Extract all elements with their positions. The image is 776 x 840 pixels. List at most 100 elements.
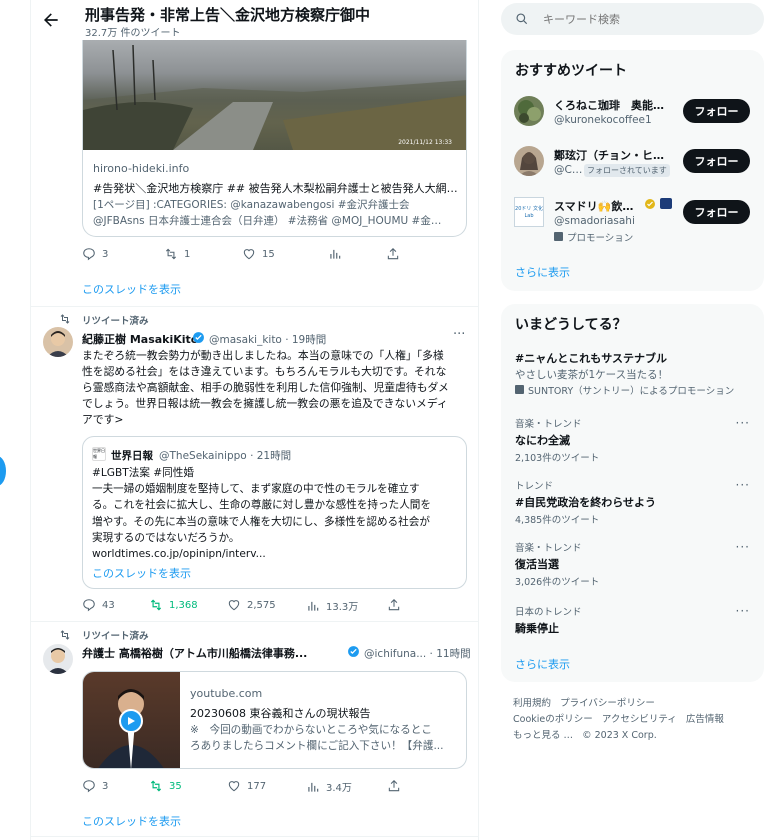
tweet-count: 32.7万 件のツイート (85, 28, 181, 39)
like-count: 15 (262, 248, 275, 260)
retweet-icon (150, 599, 162, 611)
divider (31, 836, 478, 837)
share-button[interactable] (387, 779, 401, 793)
retweet-button[interactable]: 1,368 (149, 598, 198, 612)
trend-context: 音楽・トレンド (515, 419, 582, 430)
trend-name: 復活当選 (515, 558, 559, 571)
user-row[interactable]: くろねこ珈琲 奥能… @kuronekocoffee1 フォロー (501, 92, 764, 136)
quote-link[interactable]: worldtimes.co.jp/opinipn/interv... (92, 546, 462, 562)
retweet-button[interactable]: 1 (164, 247, 190, 261)
avatar[interactable] (43, 644, 73, 674)
show-thread-link[interactable]: このスレッドを表示 (82, 281, 181, 297)
retweet-count: 1 (184, 248, 191, 260)
follow-button[interactable]: フォロー (683, 200, 750, 224)
author-name[interactable]: 紀藤正樹 MasakiKito (82, 331, 198, 347)
more-options-icon[interactable]: ··· (736, 478, 750, 492)
cookie-link[interactable]: Cookieのポリシー (513, 714, 593, 725)
views-icon (308, 601, 319, 611)
show-more-link[interactable]: さらに表示 (515, 264, 570, 280)
reply-count: 3 (102, 780, 109, 792)
author-name[interactable]: 弁護士 高橋裕樹（アトム市川船橋法律事務... (82, 645, 307, 661)
search-box[interactable] (501, 3, 764, 35)
views-button[interactable]: 13.3万 (306, 598, 358, 613)
retweet-icon (165, 248, 177, 260)
follow-button[interactable]: フォロー (683, 149, 750, 173)
quoted-tweet[interactable]: 世界日報 世界日報 @TheSekainippo · 21時間 #LGBT法案 … (82, 436, 467, 589)
more-options-icon[interactable]: ··· (736, 416, 750, 430)
promoted-trend-desc: やさしい麦茶が1ケース当たる！ (515, 369, 669, 381)
more-options-icon[interactable]: ··· (736, 540, 750, 554)
verified-gold-icon (644, 198, 656, 210)
tweet[interactable]: 2021/11/12 13:33 hirono-hideki.info #告発状… (31, 40, 478, 306)
tweet-text-line: でしょう。世界日報は統一教会を擁護し統一教会の悪を追及できないメディ (82, 397, 448, 410)
views-button[interactable] (328, 247, 342, 261)
tweet-text-line: ら霊感商法や高額献金、相手の脆弱性を利用した信仰強制、児童虐待もダメ (82, 381, 449, 394)
views-icon (330, 249, 341, 259)
header: 刑事告発・非常上告＼金沢地方検察庁御中 32.7万 件のツイート (31, 0, 478, 40)
retweet-button[interactable]: 35 (149, 779, 182, 793)
like-button[interactable]: 177 (227, 779, 266, 793)
card-domain: hirono-hideki.info (93, 162, 190, 175)
trend-name: なにわ全滅 (515, 434, 570, 447)
card-domain: youtube.com (190, 687, 263, 700)
tweet[interactable]: リツイート済み 弁護士 高橋裕樹（アトム市川船橋法律事務... @ichifun… (31, 622, 478, 840)
avatar (514, 146, 544, 176)
card-description: [1ページ目] :CATEGORIES: @kanazawabengosi #金… (93, 199, 410, 211)
card-description: ろありましたらコメント欄にご記入下さい！【弁護... (190, 740, 444, 752)
reply-button[interactable]: 3 (82, 779, 108, 793)
quote-text-line: 一夫一婦の婚姻制度を堅持して、まず家庭の中で性のモラルを確立す (92, 483, 420, 496)
follow-button[interactable]: フォロー (683, 99, 750, 123)
user-row[interactable]: 鄭玹汀（チョン・ヒ… @C… フォローされています フォロー (501, 142, 764, 186)
video-card[interactable]: youtube.com 20230608 東谷義和さんの現状報告 ※ 今回の動画… (82, 671, 467, 769)
show-more-link[interactable]: さらに表示 (515, 656, 570, 672)
reply-count: 3 (102, 248, 109, 260)
copyright: © 2023 X Corp. (582, 730, 657, 741)
trend-item[interactable]: トレンド #自民党政治を終わらせよう 4,385件のツイート ··· (501, 476, 764, 526)
promoted-trend-title: #ニャんとこれもサステナブル (515, 352, 667, 365)
follows-you-badge: フォローされています (584, 164, 670, 177)
trend-item[interactable]: 音楽・トレンド なにわ全滅 2,103件のツイート ··· (501, 414, 764, 464)
heart-icon (228, 600, 240, 611)
ads-info-link[interactable]: 広告情報 (686, 714, 724, 725)
image-timestamp: 2021/11/12 13:33 (398, 139, 452, 146)
share-button[interactable] (387, 598, 401, 612)
reply-button[interactable]: 43 (82, 598, 115, 612)
trend-context: 音楽・トレンド (515, 543, 582, 554)
views-button[interactable]: 3.4万 (306, 779, 352, 794)
share-button[interactable] (386, 247, 400, 261)
back-arrow-icon[interactable] (41, 10, 61, 30)
more-options-icon[interactable]: ··· (736, 604, 750, 618)
trend-count: 4,385件のツイート (515, 515, 600, 526)
play-icon[interactable] (119, 709, 143, 733)
quote-show-thread-link[interactable]: このスレッドを表示 (92, 565, 191, 581)
promoted-trend[interactable]: #ニャんとこれもサステナブル やさしい麦茶が1ケース当たる！ SUNTORY（サ… (501, 348, 764, 398)
trend-count: 2,103件のツイート (515, 453, 600, 464)
terms-link[interactable]: 利用規約 (513, 698, 551, 709)
avatar[interactable] (43, 327, 73, 357)
search-input[interactable] (543, 10, 743, 28)
user-row[interactable]: 20ドリ 文化 Lab スマドリ🙌飲… @smadoriasahi プロモーショ… (501, 193, 764, 244)
trend-item[interactable]: 日本のトレンド 騎乗停止 ··· (501, 602, 764, 638)
quote-text-line: 増やす。その先に本当の意味で人権を大切にし、多様性を認める社会が (92, 515, 430, 528)
promoted-label: プロモーション (567, 233, 634, 244)
reply-button[interactable]: 3 (82, 247, 108, 261)
video-thumbnail[interactable] (83, 672, 180, 768)
promoted-icon (554, 232, 563, 241)
trend-count: 3,026件のツイート (515, 577, 600, 588)
trend-item[interactable]: 音楽・トレンド 復活当選 3,026件のツイート ··· (501, 538, 764, 588)
retweeted-label: リツイート済み (82, 316, 149, 327)
like-button[interactable]: 15 (242, 247, 275, 261)
privacy-link[interactable]: プライバシーポリシー (560, 698, 655, 709)
user-name: スマドリ🙌飲… (554, 200, 634, 213)
show-thread-link[interactable]: このスレッドを表示 (82, 813, 181, 829)
more-link[interactable]: もっと見る … (513, 730, 573, 741)
promoted-by: SUNTORY（サントリー）によるプロモーション (528, 386, 735, 397)
link-card[interactable]: 2021/11/12 13:33 hirono-hideki.info #告発状… (82, 40, 467, 237)
like-button[interactable]: 2,575 (227, 598, 276, 612)
heart-icon (228, 781, 240, 792)
edge-indicator (0, 456, 6, 486)
tweet[interactable]: リツイート済み 紀藤正樹 MasakiKito @masaki_kito · 1… (31, 307, 478, 621)
more-options-icon[interactable]: ··· (453, 327, 465, 342)
accessibility-link[interactable]: アクセシビリティ (602, 714, 677, 725)
card-title: 20230608 東谷義和さんの現状報告 (190, 707, 371, 720)
